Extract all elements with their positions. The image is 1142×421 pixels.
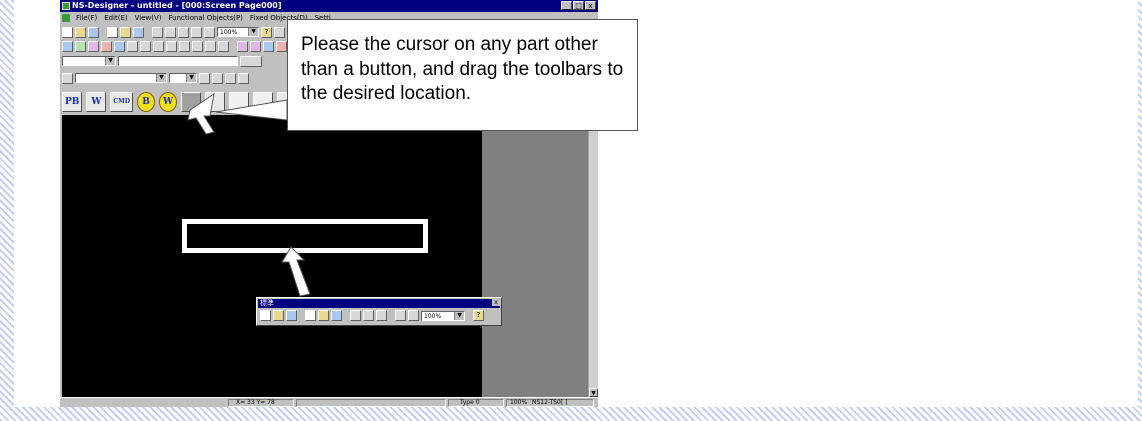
annotation-arrows [187, 92, 311, 297]
arrow-up-icon [187, 92, 215, 135]
arrow-up-icon [281, 246, 311, 297]
callout-pointer [215, 99, 288, 121]
